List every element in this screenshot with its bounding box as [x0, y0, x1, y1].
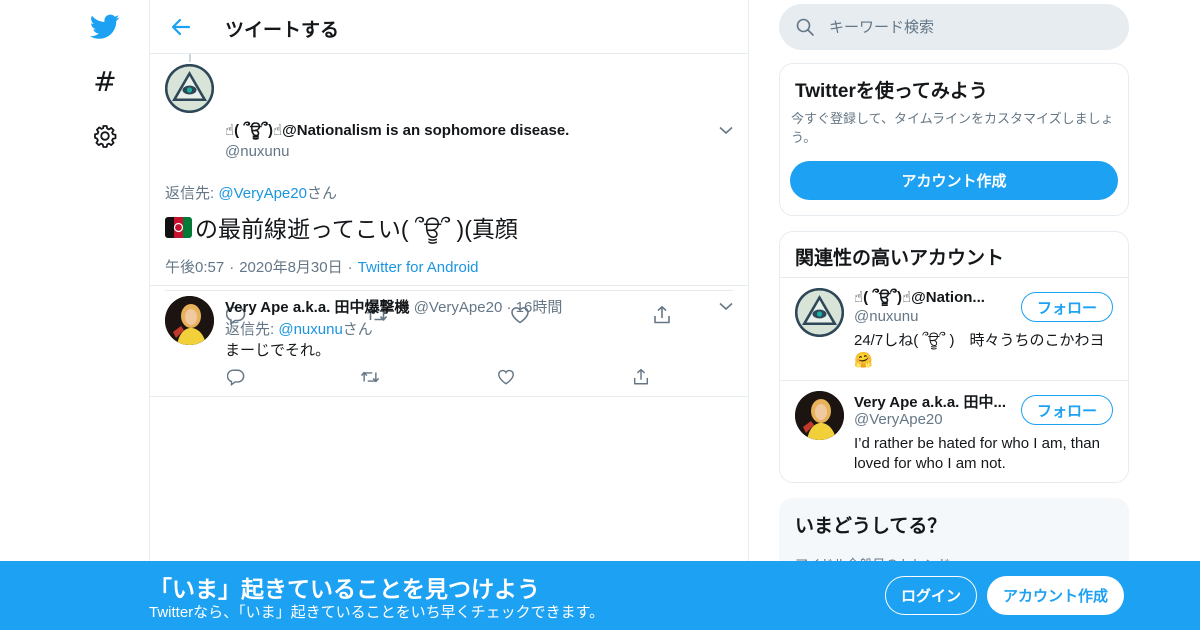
left-navigation: # — [0, 0, 150, 630]
related-account-handle[interactable]: @VeryApe20 — [854, 411, 943, 428]
reply-reply-to-line: 返信先: @nuxunuさん — [225, 318, 373, 339]
reply-icon[interactable] — [225, 366, 247, 388]
reply-time[interactable]: 16時間 — [516, 299, 563, 316]
related-account-handle[interactable]: @nuxunu — [854, 308, 918, 325]
related-account-name[interactable]: Very Ape a.k.a. 田中... — [854, 391, 1014, 412]
related-account-item[interactable]: Very Ape a.k.a. 田中... @VeryApe20 I’d rat… — [780, 380, 1128, 482]
back-arrow-icon[interactable] — [168, 14, 194, 40]
reply-to-prefix: 返信先: — [165, 185, 219, 202]
afghanistan-flag-icon — [165, 216, 192, 238]
banner-create-account-button[interactable]: アカウント作成 — [987, 576, 1124, 615]
meta-separator: · — [229, 259, 235, 276]
follow-button[interactable]: フォロー — [1021, 292, 1113, 322]
related-card-title: 関連性の高いアカウント — [795, 248, 1005, 269]
search-input[interactable] — [829, 4, 1109, 50]
related-account-item[interactable]: ☝( ՞ਊ՞)☝@Nation... @nuxunu 24/7しね( ՞ਊ՞ )… — [780, 277, 1128, 381]
banner-title: 「いま」起きていることを見つけよう — [149, 576, 540, 602]
related-account-avatar[interactable] — [795, 288, 844, 337]
page-title: ツイートする — [225, 20, 340, 41]
tweet-body-text: の最前線逝ってこい( ՞ਊ՞ )(真顔 — [195, 216, 518, 242]
meta-separator: · — [347, 259, 353, 276]
tweet-source-link[interactable]: Twitter for Android — [358, 259, 479, 276]
tweet-author-handle[interactable]: @nuxunu — [225, 143, 289, 160]
reply-text: まーじでそれ。 — [225, 342, 331, 359]
banner-subtitle: Twitterなら、「いま」起きていることをいち早くチェックできます。 — [149, 604, 605, 621]
share-icon[interactable] — [630, 366, 652, 388]
tweet-author-avatar[interactable] — [165, 64, 214, 113]
reply-author-name[interactable]: Very Ape a.k.a. 田中爆撃機 — [225, 299, 410, 316]
reply-actions — [225, 366, 665, 388]
settings-gear-icon[interactable] — [88, 119, 122, 153]
create-account-button[interactable]: アカウント作成 — [790, 161, 1118, 200]
reply-author-handle[interactable]: @VeryApe20 — [414, 299, 503, 316]
reply-to-handle-link[interactable]: @VeryApe20 — [218, 185, 307, 202]
login-button[interactable]: ログイン — [885, 576, 977, 615]
tweet-author-name[interactable]: ☝( ՞ਊ՞)☝@Nationalism is an sophomore dis… — [225, 121, 569, 139]
try-card-title: Twitterを使ってみよう — [795, 81, 988, 102]
tweet-meta: 午後0:57 · 2020年8月30日 · Twitter for Android — [165, 256, 479, 277]
related-account-name[interactable]: ☝( ՞ਊ՞)☝@Nation... — [854, 288, 1014, 306]
try-twitter-card: Twitterを使ってみよう 今すぐ登録して、タイムラインをカスタマイズしましょ… — [779, 63, 1129, 216]
try-card-description: 今すぐ登録して、タイムラインをカスタマイズしましょう。 — [791, 111, 1114, 145]
reply-header: Very Ape a.k.a. 田中爆撃機 @VeryApe20 · 16時間 — [225, 296, 562, 317]
trends-card-title: いまどうしてる？ — [795, 516, 947, 537]
related-accounts-card: 関連性の高いアカウント ☝( ՞ਊ՞)☝@Nation... @nuxunu 2… — [779, 231, 1129, 483]
like-heart-icon[interactable] — [495, 366, 517, 388]
reply-to-handle-link[interactable]: @nuxunu — [278, 321, 342, 338]
search-bar — [779, 4, 1129, 50]
related-account-avatar[interactable] — [795, 391, 844, 440]
main-column: ツイートする ☝( ՞ਊ՞)☝@Nationalism is an sophom… — [149, 0, 749, 630]
retweet-icon[interactable] — [359, 366, 381, 388]
tweet-time[interactable]: 午後0:57 — [165, 259, 224, 276]
tweet-text: の最前線逝ってこい( ՞ਊ՞ )(真顔 — [165, 210, 518, 244]
tweet-date[interactable]: 2020年8月30日 — [239, 259, 342, 276]
reply-to-suffix: さん — [342, 321, 373, 338]
follow-button[interactable]: フォロー — [1021, 395, 1113, 425]
focused-tweet: ☝( ՞ਊ՞)☝@Nationalism is an sophomore dis… — [150, 54, 748, 325]
reply-menu-chevron-down-icon[interactable] — [718, 298, 734, 314]
explore-hash-icon[interactable]: # — [88, 64, 122, 98]
related-account-bio: 24/7しね( ՞ਊ՞ ) 時々うちのこかわヨ🤗 — [854, 332, 1105, 369]
main-header: ツイートする — [150, 0, 748, 54]
thread-line — [189, 54, 191, 62]
search-icon — [795, 17, 815, 37]
related-account-bio: I’d rather be hated for who I am, than l… — [854, 435, 1100, 472]
twitter-logo-icon[interactable] — [88, 10, 122, 44]
reply-author-avatar[interactable] — [165, 296, 214, 345]
reply-to-suffix: さん — [306, 185, 337, 202]
reply-to-prefix: 返信先: — [225, 321, 279, 338]
reply-to-line: 返信先: @VeryApe20さん — [165, 182, 337, 203]
tweet-menu-chevron-down-icon[interactable] — [718, 122, 734, 138]
reply-tweet[interactable]: Very Ape a.k.a. 田中爆撃機 @VeryApe20 · 16時間 … — [150, 286, 748, 397]
signup-banner: 「いま」起きていることを見つけよう Twitterなら、「いま」起きていることを… — [0, 561, 1200, 630]
meta-separator: · — [502, 299, 516, 316]
